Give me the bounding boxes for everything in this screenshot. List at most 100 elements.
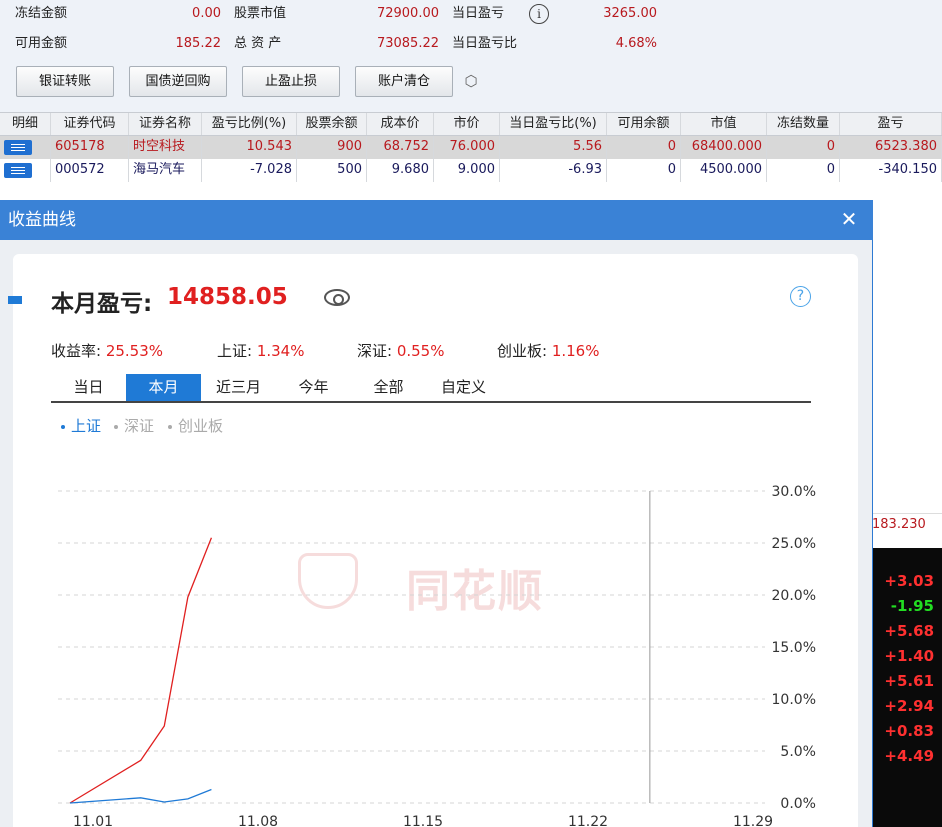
cell-pnl: -340.150 [840, 159, 942, 182]
cell-cost: 68.752 [367, 136, 434, 159]
quote-change: +3.03 [884, 572, 934, 590]
tab-today[interactable]: 当日 [51, 374, 126, 401]
stat-cyb-value: 1.16% [551, 342, 600, 360]
cell-daily-ratio: 5.56 [500, 136, 607, 159]
stop-profit-loss-button[interactable]: 止盈止损 [242, 66, 340, 97]
legend-cyb-dot [168, 424, 172, 429]
tab-three-months[interactable]: 近三月 [201, 374, 276, 401]
header-pnl[interactable]: 盈亏 [840, 113, 942, 135]
legend-sh-dot [61, 424, 65, 429]
cell-shares: 900 [297, 136, 367, 159]
header-pnl-ratio[interactable]: 盈亏比例(%) [202, 113, 297, 135]
account-summary: 冻结金额 0.00 股票市值 72900.00 当日盈亏 3265.00 i 可… [0, 0, 942, 108]
stat-cyb: 创业板: 1.16% [497, 340, 599, 361]
bank-transfer-button[interactable]: 银证转账 [16, 66, 114, 97]
detail-list-icon[interactable] [4, 163, 32, 178]
legend-sh[interactable]: 上证 [61, 415, 101, 436]
reverse-repo-button[interactable]: 国债逆回购 [129, 66, 227, 97]
header-detail[interactable]: 明细 [0, 113, 51, 135]
cell-detail[interactable] [0, 159, 51, 182]
stock-value-label: 股票市值 [234, 6, 287, 21]
table-header: 明细 证券代码 证券名称 盈亏比例(%) 股票余额 成本价 市价 当日盈亏比(%) 可用余额 市值… [0, 113, 942, 136]
header-available[interactable]: 可用余额 [607, 113, 681, 135]
quote-change: +5.68 [884, 622, 934, 640]
daily-pnl-ratio-value: 4.68% [615, 36, 657, 51]
legend-sh-label: 上证 [71, 417, 102, 435]
header-daily-ratio[interactable]: 当日盈亏比(%) [500, 113, 607, 135]
cell-name: 时空科技 [129, 136, 202, 159]
stat-sh-value: 1.34% [256, 342, 305, 360]
cell-available: 0 [607, 159, 681, 182]
cell-code: 605178 [51, 136, 129, 159]
available-amount-value: 185.22 [175, 36, 222, 51]
header-frozen[interactable]: 冻结数量 [767, 113, 840, 135]
legend-sz[interactable]: 深证 [114, 415, 154, 436]
info-icon[interactable]: i [529, 4, 549, 24]
cell-pnl: 6523.380 [840, 136, 942, 159]
frozen-amount-label: 冻结金额 [15, 6, 68, 21]
stock-value-value: 72900.00 [376, 6, 439, 21]
stat-sh: 上证: 1.34% [217, 340, 304, 361]
cell-detail[interactable] [0, 136, 51, 159]
cell-frozen: 0 [767, 159, 840, 182]
header-price[interactable]: 市价 [434, 113, 500, 135]
period-tabs: 当日 本月 近三月 今年 全部 自定义 [51, 374, 811, 403]
cell-price: 76.000 [434, 136, 500, 159]
eye-icon[interactable] [324, 289, 350, 306]
total-pnl-value: 183.230 [872, 513, 942, 535]
month-pnl-label: 本月盈亏: [51, 291, 153, 317]
cell-code: 000572 [51, 159, 129, 182]
cell-pnl-ratio: 10.543 [202, 136, 297, 159]
watermark-text: 同花顺 [406, 566, 544, 617]
cell-cost: 9.680 [367, 159, 434, 182]
tab-this-year[interactable]: 今年 [276, 374, 351, 401]
quote-change: -1.95 [890, 597, 934, 615]
cell-market-value: 4500.000 [681, 159, 767, 182]
total-assets-label: 总 资 产 [234, 36, 282, 51]
cell-available: 0 [607, 136, 681, 159]
header-cost[interactable]: 成本价 [367, 113, 434, 135]
quote-change: +2.94 [884, 697, 934, 715]
stat-sz-value: 0.55% [396, 342, 445, 360]
close-icon[interactable]: ✕ [838, 208, 860, 230]
detail-list-icon[interactable] [4, 140, 32, 155]
stat-return: 收益率: 25.53% [51, 340, 163, 361]
cell-daily-ratio: -6.93 [500, 159, 607, 182]
holdings-table: 明细 证券代码 证券名称 盈亏比例(%) 股票余额 成本价 市价 当日盈亏比(%) 可用余额 市值… [0, 112, 942, 182]
header-name[interactable]: 证券名称 [129, 113, 202, 135]
section-marker [8, 296, 22, 304]
quote-change: +5.61 [884, 672, 934, 690]
quote-strip: +3.03 -1.95 +5.68 +1.40 +5.61 +2.94 +0.83 +4.49 [872, 548, 942, 827]
legend-sz-label: 深证 [124, 417, 155, 435]
cell-frozen: 0 [767, 136, 840, 159]
legend-cyb[interactable]: 创业板 [168, 415, 223, 436]
legend-cyb-label: 创业板 [178, 417, 224, 435]
stat-return-label: 收益率: [51, 342, 106, 360]
gear-icon[interactable]: ⬡ [462, 72, 480, 90]
legend-sz-dot [114, 424, 118, 429]
clear-account-button[interactable]: 账户清仓 [355, 66, 453, 97]
help-icon[interactable]: ? [790, 286, 811, 307]
daily-pnl-value: 3265.00 [603, 6, 657, 21]
cell-pnl-ratio: -7.028 [202, 159, 297, 182]
daily-pnl-label: 当日盈亏 [452, 6, 505, 21]
frozen-amount-value: 0.00 [192, 6, 221, 21]
tab-all[interactable]: 全部 [351, 374, 426, 401]
quote-change: +0.83 [884, 722, 934, 740]
stat-sz: 深证: 0.55% [357, 340, 444, 361]
header-shares[interactable]: 股票余额 [297, 113, 367, 135]
cell-market-value: 68400.000 [681, 136, 767, 159]
stat-return-value: 25.53% [105, 342, 164, 360]
quote-change: +1.40 [884, 647, 934, 665]
quote-change: +4.49 [884, 747, 934, 765]
table-row[interactable]: 000572 海马汽车 -7.028 500 9.680 9.000 -6.93 0 4500.… [0, 159, 942, 182]
header-code[interactable]: 证券代码 [51, 113, 129, 135]
tab-custom[interactable]: 自定义 [426, 374, 501, 401]
total-assets-value: 73085.22 [376, 36, 439, 51]
tab-this-month[interactable]: 本月 [126, 374, 201, 401]
month-pnl-value: 14858.05 [167, 284, 288, 310]
dialog-title: 收益曲线 [0, 200, 873, 240]
header-market-value[interactable]: 市值 [681, 113, 767, 135]
table-row[interactable]: 605178 时空科技 10.543 900 68.752 76.000 5.56 0 6840… [0, 136, 942, 159]
daily-pnl-ratio-label: 当日盈亏比 [452, 36, 518, 51]
